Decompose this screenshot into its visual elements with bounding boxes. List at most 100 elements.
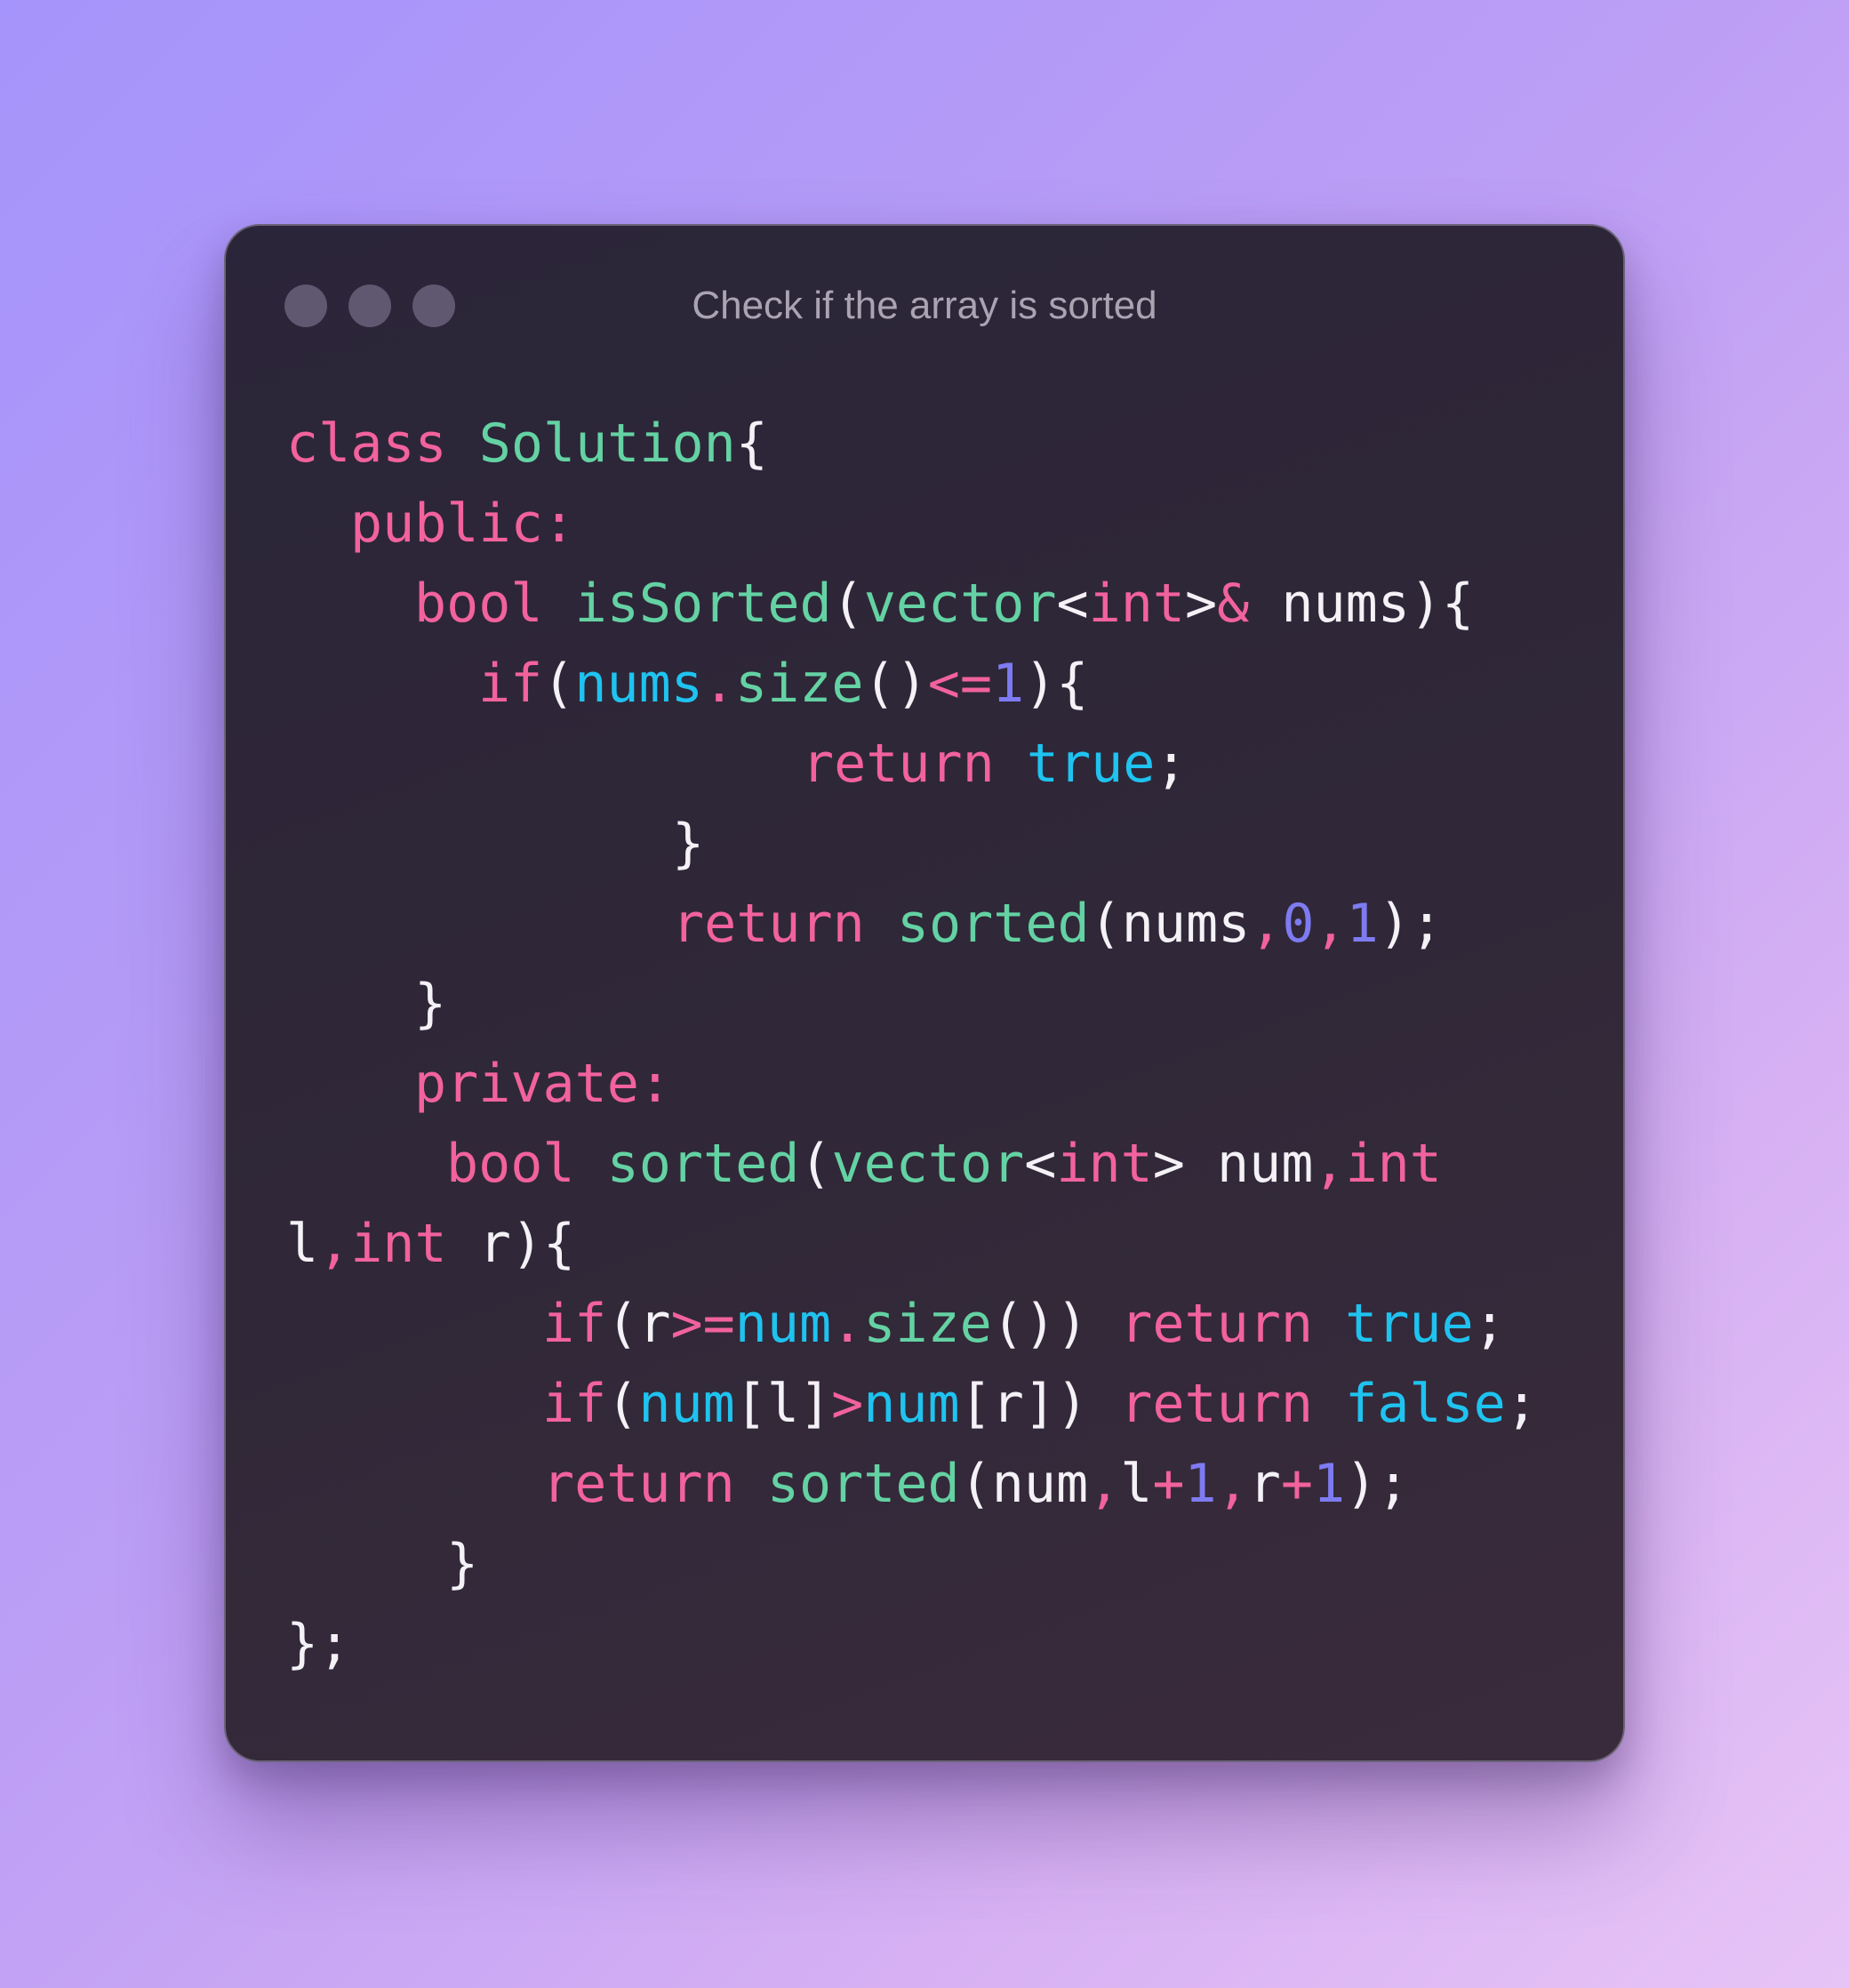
code-line-11: l,int r){ (286, 1213, 575, 1275)
code-line-7: return sorted(nums,0,1); (672, 893, 1443, 955)
plain-token: { (735, 413, 768, 475)
keyword-token: return (1120, 1373, 1346, 1435)
code-line-6: } (672, 813, 704, 875)
plain-token: } (446, 1533, 479, 1595)
keyword-token: if (478, 653, 543, 715)
variable-token: num (863, 1373, 960, 1435)
plain-token: }; (286, 1613, 351, 1675)
keyword-token: , (1250, 893, 1283, 955)
variable-token: num (734, 1293, 832, 1355)
plain-token: [l] (734, 1373, 832, 1435)
plain-token: } (672, 813, 705, 875)
code-line-1: class Solution{ (286, 413, 768, 475)
number-token: 1 (1346, 893, 1379, 955)
plain-token: > (1184, 573, 1218, 635)
keyword-token: ,int (318, 1213, 447, 1275)
keyword-token: <= (927, 653, 992, 715)
code-line-8: } (414, 973, 446, 1035)
plain-token: ( (542, 653, 575, 715)
plain-token: } (414, 973, 447, 1035)
code-window: Check if the array is sorted class Solut… (224, 224, 1625, 1762)
page-background: { "window": { "title": "Check if the arr… (0, 0, 1849, 1988)
plain-token: ; (1505, 1373, 1538, 1435)
code-line-2: public: (350, 493, 575, 555)
plain-token: (num (959, 1453, 1089, 1515)
keyword-token: > (831, 1373, 864, 1435)
keyword-token: , (1314, 893, 1347, 955)
function-token: size (863, 1293, 992, 1355)
plain-token: ()) (991, 1293, 1121, 1355)
keyword-token: return (802, 733, 1027, 795)
plain-token: < (1056, 573, 1089, 635)
keyword-token: private: (414, 1053, 671, 1115)
plain-token: (nums (1089, 893, 1251, 955)
number-token: 1 (1184, 1453, 1217, 1515)
function-token: sorted (896, 893, 1090, 955)
function-token: vector (831, 1133, 1025, 1195)
plain-token: ( (606, 1373, 639, 1435)
plain-token: ( (831, 573, 864, 635)
keyword-token: , (1088, 1453, 1121, 1515)
variable-token: num (638, 1373, 735, 1435)
keyword-token: . (831, 1293, 864, 1355)
plain-token: ( (799, 1133, 832, 1195)
code-line-9: private: (414, 1053, 671, 1115)
keyword-token: bool (446, 1133, 607, 1195)
code-line-14: return sorted(num,l+1,r+1); (542, 1453, 1409, 1515)
code-line-4: if(nums.size()<=1){ (478, 653, 1088, 715)
keyword-token: return (542, 1453, 767, 1515)
plain-token: r (1248, 1453, 1281, 1515)
keyword-token: public: (350, 493, 575, 555)
keyword-token: ,int (1313, 1133, 1442, 1195)
keyword-token: + (1152, 1453, 1185, 1515)
variable-token: true (1345, 1293, 1474, 1355)
plain-token: ; (1473, 1293, 1506, 1355)
plain-token: < (1024, 1133, 1057, 1195)
keyword-token: int (1056, 1133, 1153, 1195)
code-line-15: } (446, 1533, 478, 1595)
function-token: sorted (606, 1133, 800, 1195)
function-token: vector (863, 573, 1057, 635)
function-token: sorted (766, 1453, 960, 1515)
keyword-token: class (286, 413, 479, 475)
window-title: Check if the array is sorted (692, 284, 1157, 327)
plain-token: () (863, 653, 928, 715)
plain-token: l (1120, 1453, 1153, 1515)
keyword-token: >= (670, 1293, 735, 1355)
function-token: isSorted (574, 573, 832, 635)
keyword-token: . (702, 653, 735, 715)
keyword-token: , (1216, 1453, 1249, 1515)
code-line-3: bool isSorted(vector<int>& nums){ (414, 573, 1474, 635)
code-line-10: bool sorted(vector<int> num,int (446, 1133, 1442, 1195)
keyword-token: + (1280, 1453, 1313, 1515)
code-line-5: return true; (802, 733, 1188, 795)
plain-token: l (286, 1213, 319, 1275)
plain-token: > num (1152, 1133, 1314, 1195)
function-token: Solution (478, 413, 736, 475)
number-token: 1 (992, 653, 1025, 715)
code-line-13: if(num[l]>num[r]) return false; (542, 1373, 1538, 1435)
variable-token: false (1345, 1373, 1506, 1435)
plain-token: r){ (446, 1213, 576, 1275)
variable-token: nums (574, 653, 703, 715)
number-token: 0 (1282, 893, 1315, 955)
function-token: size (735, 653, 864, 715)
plain-token: ); (1378, 893, 1443, 955)
plain-token: [r]) (959, 1373, 1121, 1435)
keyword-token: return (1120, 1293, 1346, 1355)
keyword-token: if (542, 1373, 607, 1435)
plain-token: ){ (1024, 653, 1089, 715)
code-line-16: }; (286, 1613, 350, 1675)
keyword-token: int (1088, 573, 1185, 635)
keyword-token: if (542, 1293, 607, 1355)
plain-token: (r (606, 1293, 671, 1355)
code-line-12: if(r>=num.size()) return true; (542, 1293, 1506, 1355)
plain-token: ); (1345, 1453, 1410, 1515)
plain-token: nums){ (1249, 573, 1475, 635)
keyword-token: bool (414, 573, 575, 635)
plain-token: ; (1155, 733, 1188, 795)
number-token: 1 (1313, 1453, 1346, 1515)
keyword-token: return (672, 893, 897, 955)
keyword-token: & (1217, 573, 1250, 635)
variable-token: true (1026, 733, 1156, 795)
